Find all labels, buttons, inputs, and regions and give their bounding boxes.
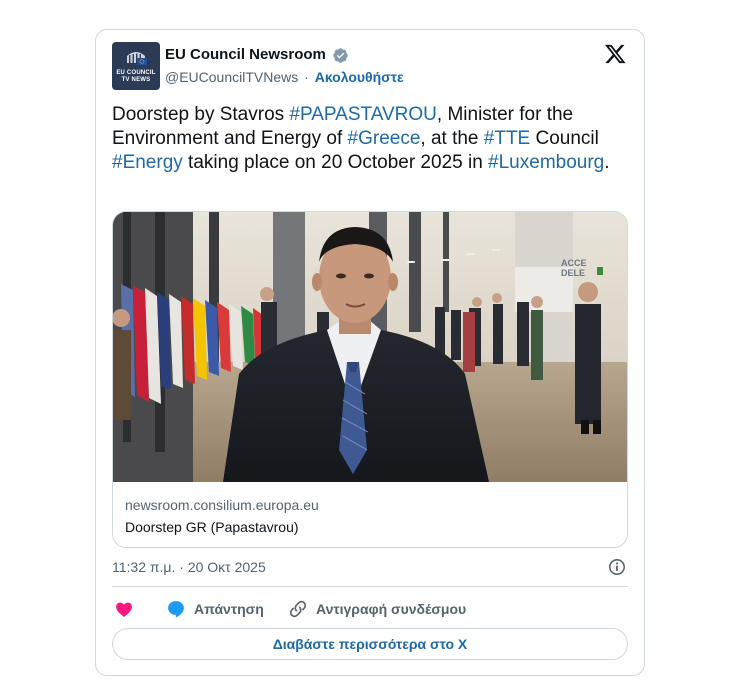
link-card[interactable]: ACCE DELE newsroom.consilium.europa.eu D… (112, 211, 628, 548)
copy-link-button[interactable]: Αντιγραφή συνδέσμου (288, 597, 466, 621)
link-domain: newsroom.consilium.europa.eu (125, 497, 319, 513)
tweet-text-segment: , at the (420, 128, 484, 149)
hashtag-link[interactable]: #TTE (484, 128, 530, 149)
author-block: EU Council Newsroom @EUCouncilTVNews · Α… (165, 45, 404, 87)
link-meta: newsroom.consilium.europa.eu Doorstep GR… (125, 496, 615, 536)
hashtag-link[interactable]: #PAPASTAVROU (289, 104, 436, 125)
hashtag-link[interactable]: #Energy (112, 152, 183, 173)
tweet-actions: Απάντηση Αντιγραφή συνδέσμου (112, 597, 628, 621)
separator-dot: · (304, 69, 309, 85)
timestamp[interactable]: 11:32 π.μ. · 20 Οκτ 2025 (112, 559, 266, 575)
reply-bubble-icon (168, 601, 184, 618)
reply-button[interactable]: Απάντηση (166, 597, 264, 621)
avatar-text: EU COUNCIL TV NEWS (112, 70, 160, 84)
hashtag-link[interactable]: #Luxembourg (488, 152, 604, 173)
read-more-button[interactable]: Διαβάστε περισσότερα στο X (112, 628, 628, 660)
follow-button[interactable]: Ακολουθήστε (315, 69, 404, 85)
avatar[interactable]: EU COUNCIL TV NEWS (112, 42, 160, 90)
reply-label: Απάντηση (194, 601, 264, 617)
verified-badge-icon (333, 47, 349, 63)
photo-sign-line-1: ACCE (561, 258, 587, 268)
heart-icon (116, 602, 132, 617)
like-button[interactable] (114, 597, 134, 621)
tweet-text: Doorstep by Stavros #PAPASTAVROU, Minist… (112, 103, 632, 175)
video-thumbnail: ACCE DELE (113, 212, 627, 482)
photo-sign-line-2: DELE (561, 268, 585, 278)
tweet-text-segment: . (604, 152, 610, 173)
eu-council-logo-icon (127, 52, 147, 65)
right-person (575, 282, 601, 434)
info-icon[interactable] (608, 558, 626, 576)
link-title[interactable]: Doorstep GR (Papastavrou) (125, 518, 615, 536)
tweet-text-segment: Doorstep by Stavros (112, 104, 290, 125)
avatar-text-line-1: EU COUNCIL (116, 70, 156, 76)
copy-link-label: Αντιγραφή συνδέσμου (316, 601, 467, 617)
tweet-meta: 11:32 π.μ. · 20 Οκτ 2025 (112, 557, 628, 577)
link-icon (289, 600, 307, 618)
tweet-text-segment: Council (530, 128, 599, 149)
handle-row: @EUCouncilTVNews · Ακολουθήστε (165, 67, 404, 87)
divider (112, 586, 628, 587)
display-name[interactable]: EU Council Newsroom (165, 45, 326, 65)
tweet-embed-card: EU COUNCIL TV NEWS EU Council Newsroom @… (95, 29, 645, 676)
author-handle[interactable]: @EUCouncilTVNews (165, 69, 298, 85)
avatar-text-line-2: TV NEWS (121, 77, 151, 83)
tweet-text-segment: taking place on 20 October 2025 in (182, 152, 489, 173)
tweet-header: EU COUNCIL TV NEWS EU Council Newsroom @… (112, 42, 628, 92)
x-logo-icon[interactable] (604, 44, 626, 64)
hashtag-link[interactable]: #Greece (348, 128, 421, 149)
